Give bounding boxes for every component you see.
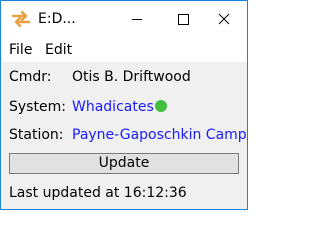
edmc-arrows-icon	[11, 10, 31, 28]
cmdr-value: Otis B. Driftwood	[72, 69, 191, 85]
system-label: System:	[9, 99, 66, 115]
close-button[interactable]	[201, 1, 247, 37]
maximize-button[interactable]	[160, 1, 206, 37]
status-text: Last updated at 16:12:36	[9, 185, 187, 201]
station-label: Station:	[9, 127, 64, 143]
minimize-button[interactable]	[114, 1, 160, 37]
title-bar[interactable]: E:D...	[1, 1, 247, 37]
system-link[interactable]: Whadicates	[72, 98, 154, 116]
minimize-icon	[132, 19, 142, 20]
cmdr-label: Cmdr:	[9, 69, 52, 85]
app-window: E:D... File Edit Cmdr: Otis B. Driftwood…	[0, 0, 248, 210]
menu-file[interactable]: File	[9, 41, 32, 59]
maximize-icon	[178, 14, 189, 25]
update-button[interactable]: Update	[9, 153, 239, 174]
station-link[interactable]: Payne-Gaposchkin Camp	[72, 126, 247, 144]
close-icon	[218, 13, 230, 25]
menu-bar: File Edit	[1, 37, 247, 62]
system-status-indicator	[155, 100, 167, 112]
menu-edit[interactable]: Edit	[45, 41, 72, 59]
window-title: E:D...	[38, 11, 76, 27]
